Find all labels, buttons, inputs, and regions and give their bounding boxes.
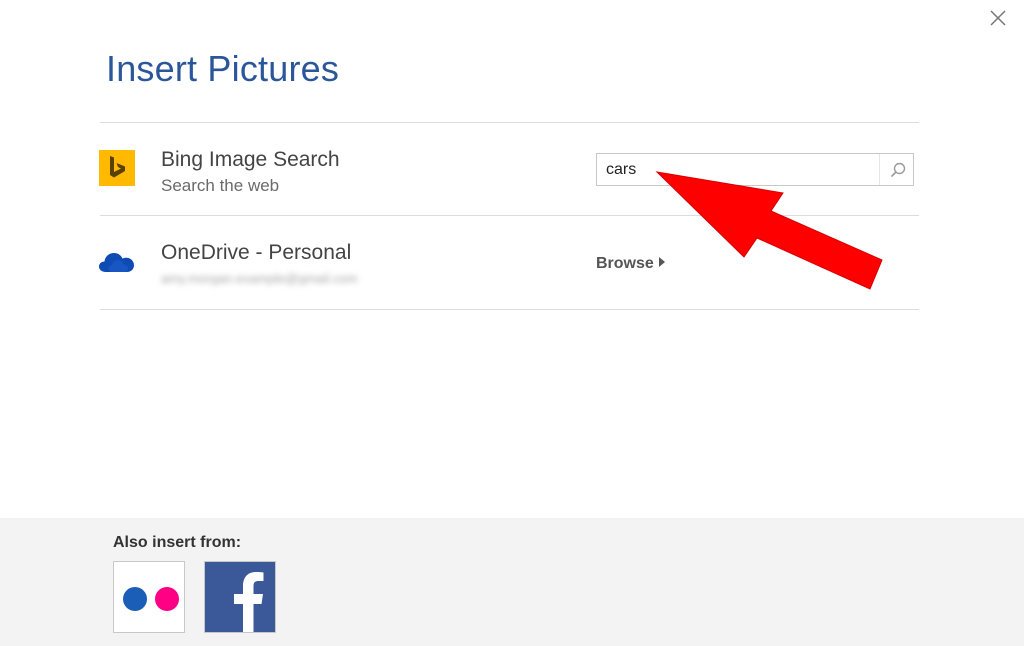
search-icon xyxy=(890,162,906,178)
flickr-button[interactable] xyxy=(113,561,185,633)
bing-logo-icon xyxy=(99,150,135,186)
onedrive-cloud-icon xyxy=(99,253,134,272)
onedrive-account-email: amy.morgan.example@gmail.com xyxy=(161,271,358,285)
onedrive-source-name: OneDrive - Personal xyxy=(161,241,352,264)
dialog-title: Insert Pictures xyxy=(106,48,340,89)
facebook-button[interactable] xyxy=(204,561,276,633)
facebook-icon xyxy=(234,572,264,632)
divider xyxy=(100,122,919,123)
bing-source-subtitle: Search the web xyxy=(161,176,280,195)
divider xyxy=(100,309,919,310)
browse-label: Browse xyxy=(596,255,654,272)
flickr-icon xyxy=(123,587,179,611)
red-arrow-icon xyxy=(655,171,883,290)
bing-source-name: Bing Image Search xyxy=(161,148,340,171)
close-icon xyxy=(990,10,1006,26)
close-button[interactable] xyxy=(986,6,1010,30)
also-insert-label: Also insert from: xyxy=(113,534,242,551)
